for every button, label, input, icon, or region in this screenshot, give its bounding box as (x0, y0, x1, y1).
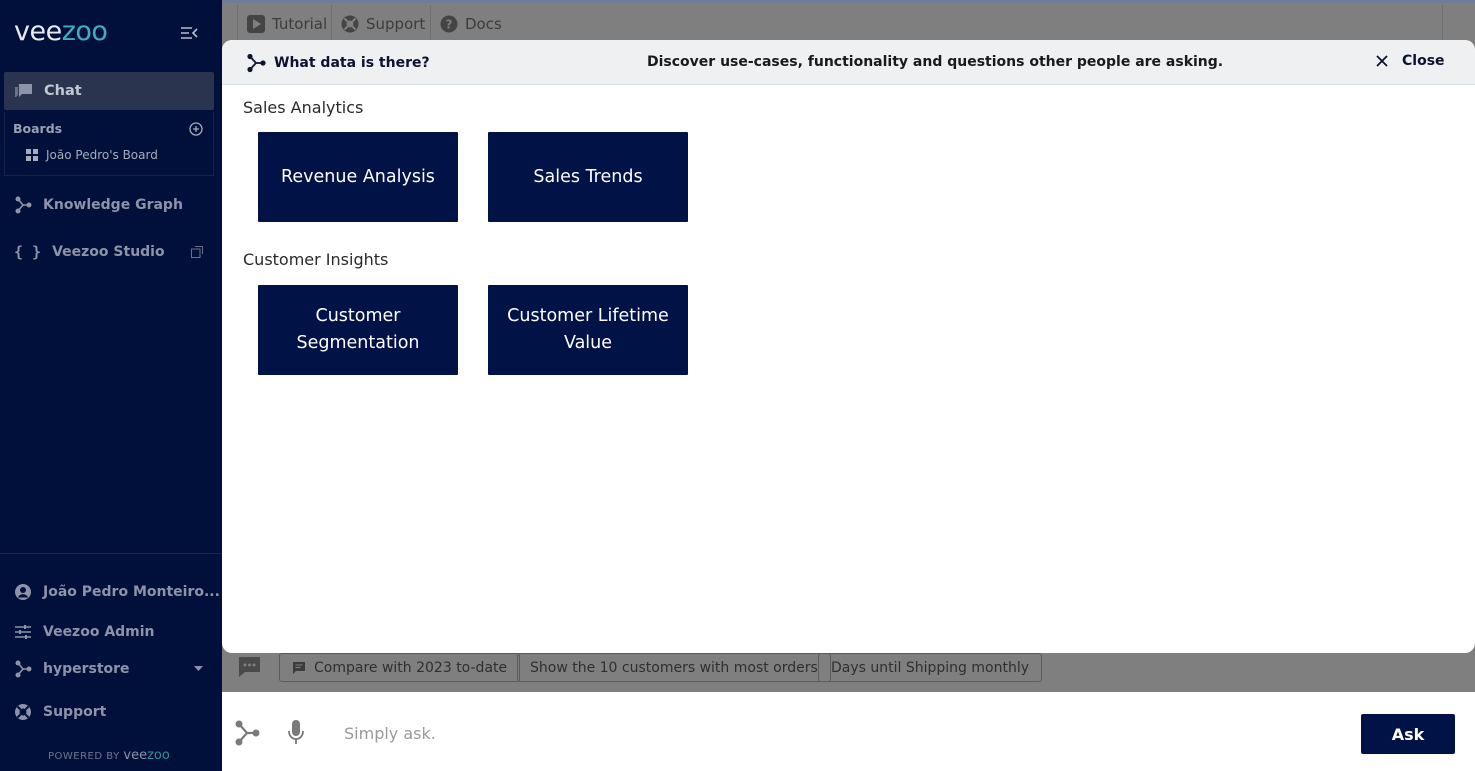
chat-icon (15, 84, 32, 97)
boards-title: Boards (13, 121, 63, 136)
board-grid-icon (26, 149, 38, 161)
ask-input[interactable] (344, 718, 1244, 748)
chevron-down-icon (194, 666, 203, 671)
knowledge-graph-icon (15, 660, 32, 678)
sliders-icon (15, 625, 31, 639)
modal-header: What data is there? Discover use-cases, … (222, 40, 1475, 85)
add-board-icon[interactable] (189, 121, 203, 136)
docs-link[interactable]: ? Docs (440, 15, 502, 33)
tutorial-link[interactable]: Tutorial (247, 15, 327, 33)
knowledge-graph-icon[interactable] (233, 719, 261, 747)
comment-icon (293, 661, 305, 674)
sidebar-item-knowledge-graph[interactable]: Knowledge Graph (14, 196, 183, 214)
veezoo-logo: veezoo (14, 16, 108, 47)
section-title: Customer Insights (243, 250, 389, 269)
sidebar-item-label: Support (43, 704, 107, 720)
modal-title: What data is there? (246, 53, 430, 73)
section-title: Sales Analytics (243, 98, 364, 117)
boards-section: Boards João Pedro's Board (4, 112, 214, 176)
modal-subtitle: Discover use-cases, functionality and qu… (647, 54, 1224, 70)
board-item[interactable]: João Pedro's Board (26, 148, 158, 162)
board-item-label: João Pedro's Board (46, 148, 158, 162)
what-data-modal: What data is there? Discover use-cases, … (222, 40, 1475, 653)
use-case-card[interactable]: Sales Trends (488, 132, 688, 222)
ask-button[interactable]: Ask (1361, 714, 1455, 754)
sidebar-item-label: Veezoo Studio (52, 244, 165, 260)
database-name: hyperstore (43, 661, 130, 677)
sidebar-item-veezoo-studio[interactable]: { } Veezoo Studio (14, 243, 203, 261)
svg-text:?: ? (446, 18, 453, 32)
help-icon: ? (440, 15, 458, 33)
user-avatar-icon (15, 584, 31, 600)
support-link[interactable]: Support (341, 15, 425, 33)
suggestion-chip[interactable]: Compare with 2023 to-date (279, 653, 521, 682)
suggestion-chip[interactable]: Days until Shipping monthly (818, 653, 1042, 682)
sidebar-item-label: Knowledge Graph (43, 197, 183, 213)
use-case-card[interactable]: Customer Lifetime Value (488, 285, 688, 375)
user-name: João Pedro Monteiro... (43, 584, 220, 600)
microphone-icon[interactable] (288, 719, 304, 747)
sidebar-item-user[interactable]: João Pedro Monteiro... (14, 583, 220, 601)
lifebuoy-icon (341, 15, 359, 33)
sidebar-item-chat[interactable]: Chat (4, 72, 214, 110)
external-link-icon (191, 246, 203, 258)
sidebar-item-label: Veezoo Admin (43, 624, 155, 640)
sidebar-item-admin[interactable]: Veezoo Admin (14, 623, 155, 641)
use-case-card[interactable]: Revenue Analysis (258, 132, 458, 222)
code-braces-icon: { } (14, 243, 42, 261)
suggestions-row: Compare with 2023 to-date Show the 10 cu… (222, 653, 1475, 692)
database-selector[interactable]: hyperstore (14, 660, 203, 678)
chat-bubble-icon (239, 657, 260, 677)
collapse-sidebar-icon[interactable] (180, 25, 198, 41)
play-icon (247, 15, 265, 33)
lifebuoy-icon (15, 704, 31, 720)
powered-by: POWERED BY veezoo (48, 748, 170, 763)
sidebar-divider (0, 553, 222, 554)
suggestion-chip[interactable]: Show the 10 customers with most orders (517, 653, 831, 682)
close-button[interactable]: Close (1376, 53, 1445, 69)
sidebar-item-support[interactable]: Support (14, 703, 106, 721)
sidebar: veezoo Chat Boards João Pedro's Board Kn… (0, 0, 222, 771)
use-case-card[interactable]: Customer Segmentation (258, 285, 458, 375)
sidebar-item-label: Chat (44, 83, 82, 99)
knowledge-graph-icon (15, 196, 32, 214)
close-icon (1376, 55, 1388, 67)
knowledge-graph-icon (247, 53, 266, 73)
input-bar: Ask (222, 692, 1475, 771)
